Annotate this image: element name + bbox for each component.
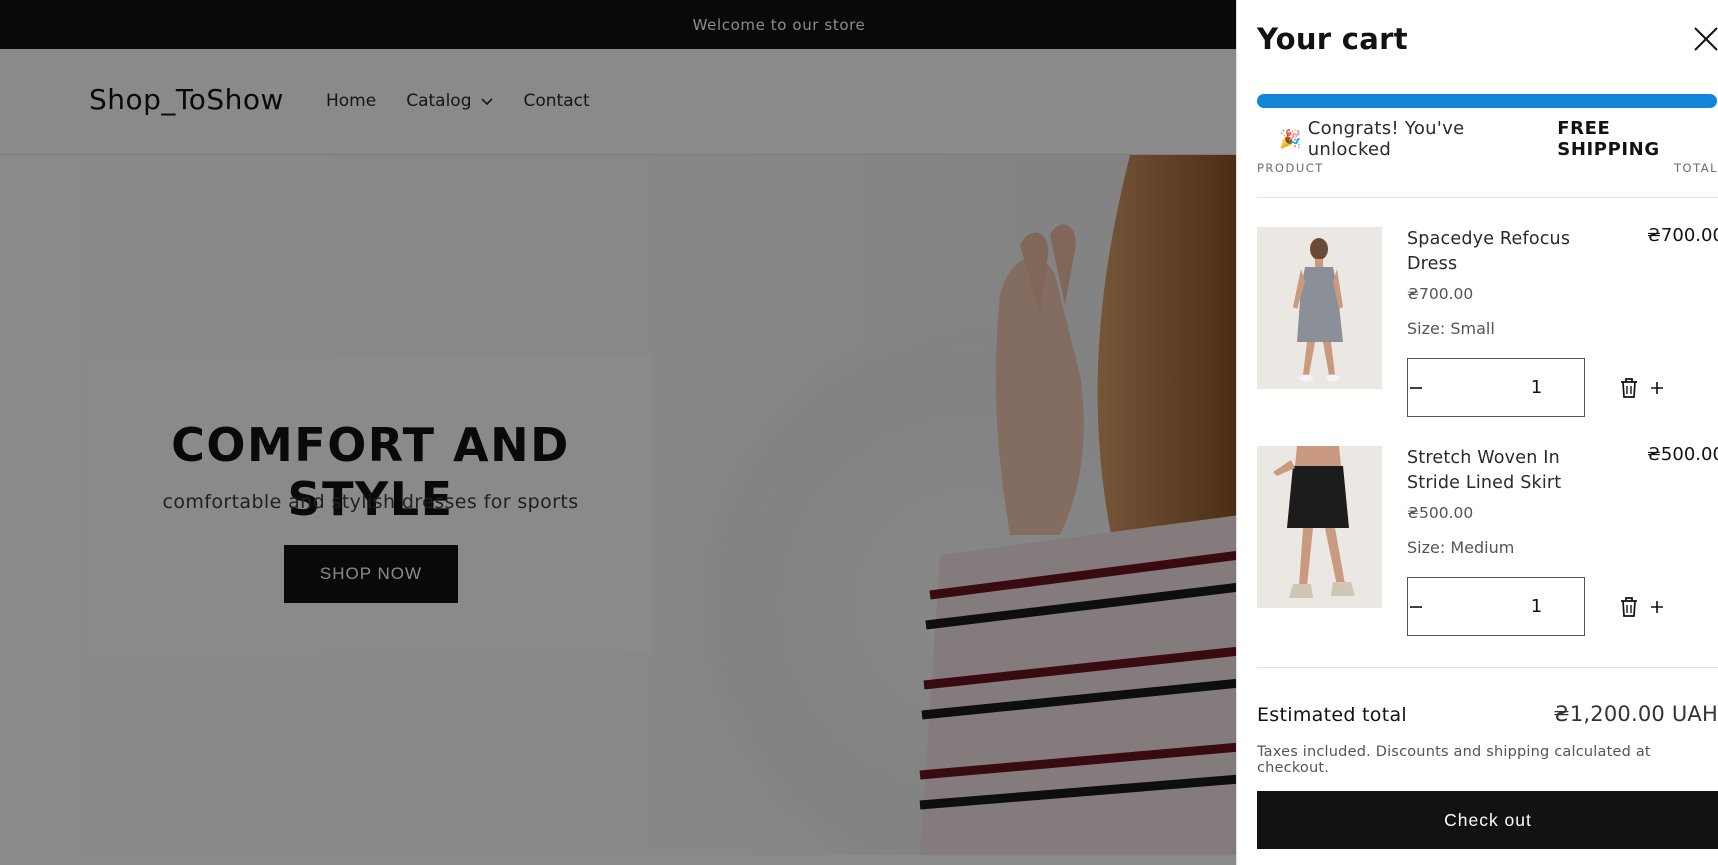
product-line-total: ₴500.00 bbox=[1647, 444, 1718, 465]
minus-icon[interactable] bbox=[1408, 578, 1424, 635]
quantity-stepper bbox=[1407, 577, 1663, 636]
product-name[interactable]: Spacedye Refocus Dress bbox=[1407, 227, 1607, 277]
product-size: Size: Medium bbox=[1407, 538, 1514, 557]
size-label: Size: bbox=[1407, 538, 1446, 557]
product-line-total: ₴700.00 bbox=[1647, 225, 1718, 246]
cart-title: Your cart bbox=[1257, 22, 1408, 56]
product-name[interactable]: Stretch Woven In Stride Lined Skirt bbox=[1407, 446, 1607, 496]
trash-icon[interactable] bbox=[1619, 596, 1639, 618]
quantity-input[interactable] bbox=[1424, 578, 1649, 635]
header-divider bbox=[1257, 197, 1718, 198]
product-unit-price: ₴700.00 bbox=[1407, 285, 1474, 303]
column-header-product: PRODUCT bbox=[1257, 161, 1324, 175]
plus-icon[interactable] bbox=[1649, 578, 1665, 635]
cart-item: Stretch Woven In Stride Lined Skirt ₴500… bbox=[1257, 444, 1718, 646]
product-image-skirt[interactable] bbox=[1257, 446, 1382, 608]
close-icon[interactable] bbox=[1691, 24, 1718, 54]
trash-icon[interactable] bbox=[1619, 377, 1639, 399]
minus-icon[interactable] bbox=[1408, 359, 1424, 416]
column-header-total: TOTAL bbox=[1674, 161, 1718, 175]
product-size: Size: Small bbox=[1407, 319, 1495, 338]
cart-item: Spacedye Refocus Dress ₴700.00 Size: Sma… bbox=[1257, 225, 1718, 427]
free-shipping-message: 🎉 Congrats! You've unlocked FREE SHIPPIN… bbox=[1279, 118, 1718, 160]
quantity-input[interactable] bbox=[1424, 359, 1649, 416]
plus-icon[interactable] bbox=[1649, 359, 1665, 416]
product-image-dress[interactable] bbox=[1257, 227, 1382, 389]
size-value: Small bbox=[1450, 319, 1495, 338]
checkout-button[interactable]: Check out bbox=[1257, 791, 1718, 849]
tax-note: Taxes included. Discounts and shipping c… bbox=[1257, 744, 1651, 776]
quantity-stepper bbox=[1407, 358, 1663, 417]
footer-divider bbox=[1257, 667, 1718, 668]
free-shipping-progress-bar bbox=[1257, 94, 1717, 108]
cart-drawer: Your cart 🎉 Congrats! You've unlocked FR… bbox=[1236, 0, 1718, 865]
size-label: Size: bbox=[1407, 319, 1446, 338]
page-overlay[interactable] bbox=[0, 0, 1236, 865]
party-popper-icon: 🎉 bbox=[1279, 128, 1302, 150]
product-unit-price: ₴500.00 bbox=[1407, 504, 1474, 522]
congrats-text: Congrats! You've unlocked bbox=[1307, 118, 1465, 160]
size-value: Medium bbox=[1450, 538, 1515, 557]
estimated-total-label: Estimated total bbox=[1257, 704, 1407, 726]
estimated-total-value: ₴1,200.00 UAH bbox=[1553, 702, 1718, 726]
free-shipping-label: FREE SHIPPING bbox=[1557, 118, 1660, 160]
